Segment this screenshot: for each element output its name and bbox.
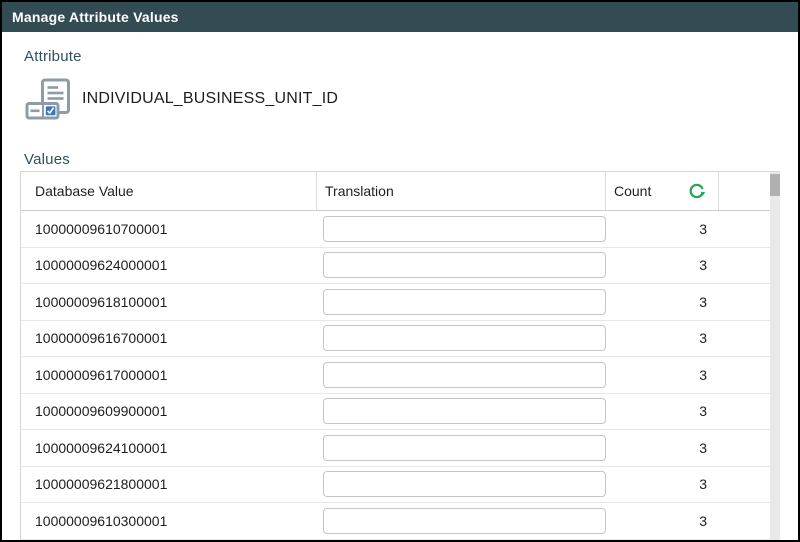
count-cell: 3 — [606, 367, 719, 383]
count-cell: 3 — [606, 294, 719, 310]
refresh-icon[interactable] — [688, 182, 706, 200]
translation-input[interactable] — [323, 325, 606, 351]
count-cell: 3 — [606, 476, 719, 492]
translation-cell — [317, 325, 606, 351]
table-header-row: Database Value Translation Count — [21, 172, 780, 211]
count-cell: 3 — [606, 513, 719, 529]
database-value-cell: 10000009621800001 — [21, 476, 317, 492]
translation-cell — [317, 362, 606, 388]
database-value-cell: 10000009618100001 — [21, 294, 317, 310]
values-table: Database Value Translation Count 1000000… — [20, 171, 780, 540]
count-cell: 3 — [606, 403, 719, 419]
scrollbar-thumb[interactable] — [770, 174, 780, 196]
database-value-cell: 10000009616700001 — [21, 330, 317, 346]
table-row: 10000009610700001 3 — [21, 211, 780, 248]
column-header-count: Count — [606, 172, 719, 210]
translation-cell — [317, 471, 606, 497]
translation-cell — [317, 508, 606, 534]
column-header-database-value: Database Value — [21, 172, 317, 210]
database-value-cell: 10000009624100001 — [21, 440, 317, 456]
table-row: 10000009616700001 3 — [21, 321, 780, 358]
count-cell: 3 — [606, 257, 719, 273]
panel-body: Manage Attribute Values Attribute INDIVI… — [2, 2, 798, 540]
table-row: 10000009610300001 3 — [21, 503, 780, 540]
table-row: 10000009621800001 3 — [21, 467, 780, 504]
database-value-cell: 10000009610300001 — [21, 513, 317, 529]
attribute-section-label: Attribute — [24, 48, 82, 65]
translation-input[interactable] — [323, 289, 606, 315]
translation-input[interactable] — [323, 362, 606, 388]
table-row: 10000009609900001 3 — [21, 394, 780, 431]
translation-cell — [317, 252, 606, 278]
table-row: 10000009624000001 3 — [21, 248, 780, 285]
translation-input[interactable] — [323, 398, 606, 424]
translation-input[interactable] — [323, 435, 606, 461]
database-value-cell: 10000009624000001 — [21, 257, 317, 273]
count-cell: 3 — [606, 221, 719, 237]
column-header-translation: Translation — [317, 172, 606, 210]
translation-input[interactable] — [323, 471, 606, 497]
manage-attribute-values-panel: Manage Attribute Values Attribute INDIVI… — [0, 0, 800, 542]
translation-input[interactable] — [323, 508, 606, 534]
database-value-cell: 10000009610700001 — [21, 221, 317, 237]
values-section-label: Values — [24, 151, 70, 168]
attribute-name: INDIVIDUAL_BUSINESS_UNIT_ID — [82, 90, 338, 108]
database-value-cell: 10000009609900001 — [21, 403, 317, 419]
translation-input[interactable] — [323, 252, 606, 278]
database-value-cell: 10000009617000001 — [21, 367, 317, 383]
table-row: 10000009618100001 3 — [21, 284, 780, 321]
translation-cell — [317, 398, 606, 424]
translation-cell — [317, 216, 606, 242]
translation-cell — [317, 289, 606, 315]
attribute-icon — [25, 78, 73, 120]
table-row: 10000009624100001 3 — [21, 430, 780, 467]
count-cell: 3 — [606, 330, 719, 346]
vertical-scrollbar[interactable] — [770, 172, 780, 540]
count-cell: 3 — [606, 440, 719, 456]
translation-input[interactable] — [323, 216, 606, 242]
panel-title: Manage Attribute Values — [2, 2, 798, 32]
table-body: 10000009610700001 3 10000009624000001 3 … — [21, 211, 780, 540]
translation-cell — [317, 435, 606, 461]
table-row: 10000009617000001 3 — [21, 357, 780, 394]
count-header-label: Count — [614, 183, 651, 199]
